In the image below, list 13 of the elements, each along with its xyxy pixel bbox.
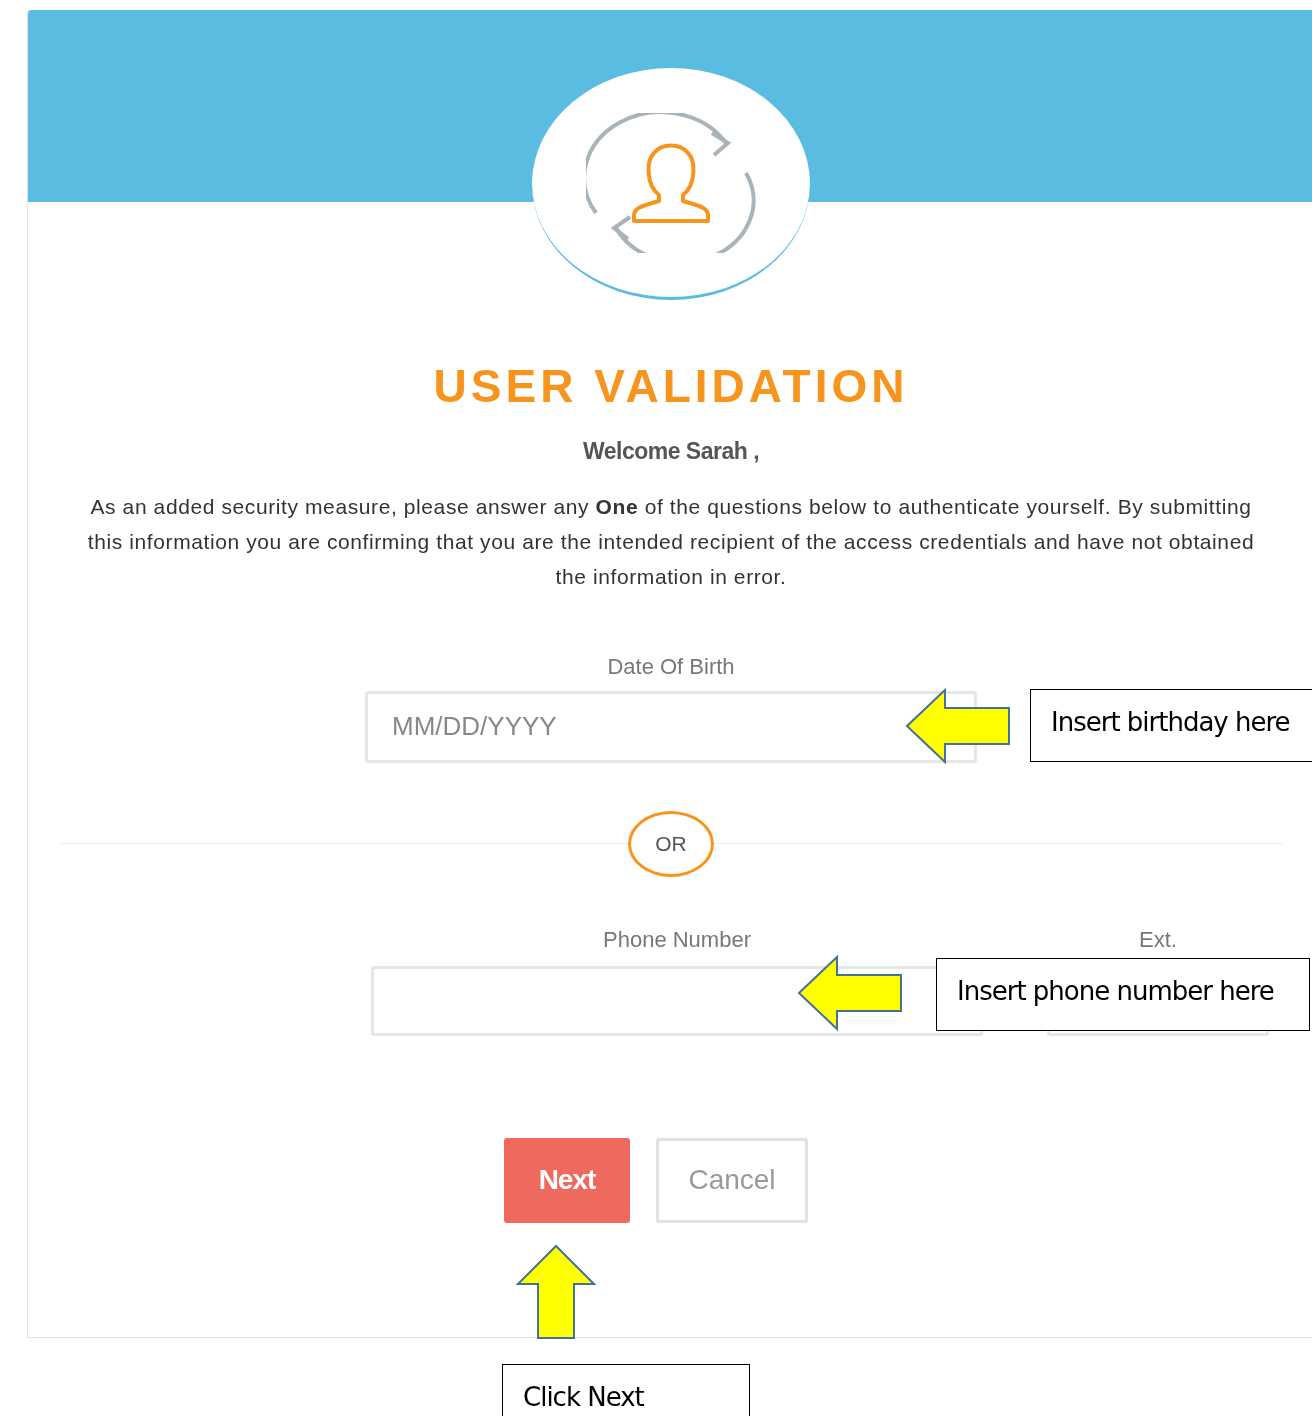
callout-tooltip: Insert phone number here bbox=[936, 958, 1310, 1031]
intro-paragraph: As an added security measure, please answer any One of the questions below to authenticate yourself. By submitting this information you are confirming that you are the intended recipient of the access credentials and have not obtained the information in error. bbox=[86, 493, 1256, 590]
field-label: Ext. bbox=[1139, 925, 1177, 954]
field-label: Phone Number bbox=[603, 925, 751, 954]
callout-tooltip: Click Next bbox=[502, 1364, 750, 1416]
welcome-text: Welcome Sarah , bbox=[582, 437, 760, 466]
page-title: USER VALIDATION bbox=[433, 359, 909, 414]
field-label: Date Of Birth bbox=[607, 652, 735, 681]
cancel-button[interactable]: Cancel bbox=[656, 1137, 808, 1223]
next-button[interactable]: Next bbox=[504, 1137, 630, 1223]
date-of-birth-field[interactable]: MM/DD/YYYY bbox=[365, 690, 977, 763]
callout-tooltip: Insert birthday here bbox=[1030, 689, 1312, 762]
user-sync-icon bbox=[586, 112, 756, 253]
